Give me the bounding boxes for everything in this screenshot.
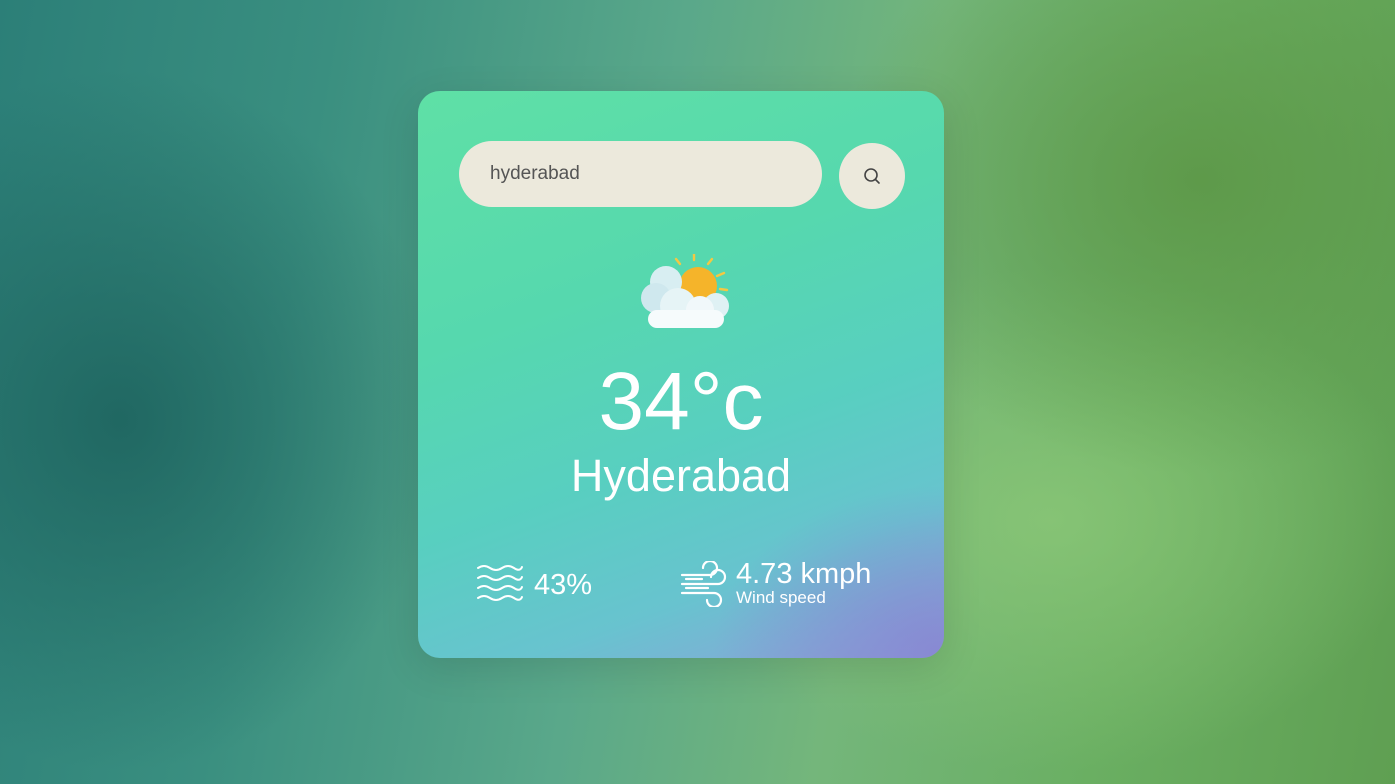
city-name: Hyderabad — [570, 450, 792, 501]
weather-card: 34°c Hyderabad 43% 4.73 kmph Wind spe — [418, 91, 944, 658]
search-input[interactable] — [488, 162, 792, 186]
wind-icon — [680, 560, 727, 607]
search-button[interactable] — [839, 143, 905, 209]
wind-block: 4.73 kmph Wind speed — [680, 559, 871, 608]
wind-text: 4.73 kmph Wind speed — [736, 559, 871, 608]
search-bar[interactable] — [459, 141, 822, 207]
humidity-waves-icon — [477, 565, 523, 601]
humidity-block: 43% — [476, 564, 592, 606]
temperature: 34°c — [598, 356, 764, 447]
search-icon — [864, 168, 880, 184]
partly-cloudy-icon — [641, 254, 729, 328]
wind-speed-value: 4.73 kmph — [736, 558, 872, 590]
humidity-value: 43% — [534, 568, 593, 601]
wind-speed-label: Wind speed — [736, 588, 826, 608]
